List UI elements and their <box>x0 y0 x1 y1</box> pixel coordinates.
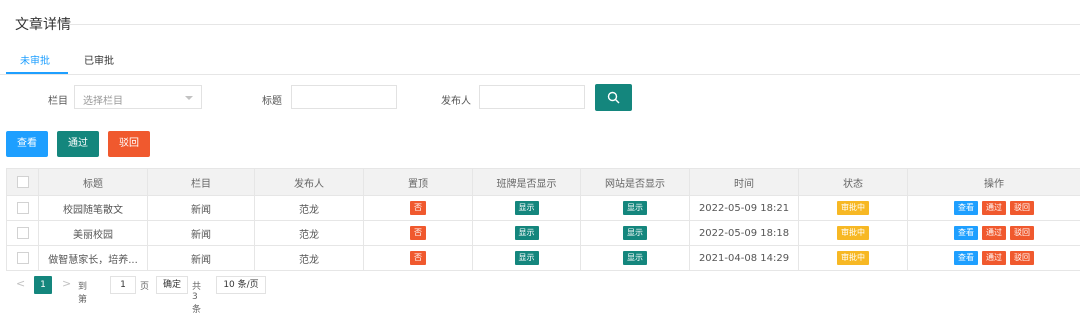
cell-board-display: 显示 <box>473 196 581 221</box>
total-count: 共 3 条 <box>192 279 201 315</box>
column-header: 发布人 <box>255 169 364 196</box>
goto-label: 到第 <box>78 279 87 305</box>
column-header: 标题 <box>39 169 148 196</box>
cell-board-display: 显示 <box>473 246 581 271</box>
cell-publisher: 范龙 <box>255 246 364 271</box>
table-row: 校园随笔散文 新闻 范龙 否 显示 显示 2022-05-09 18:21 审批… <box>7 196 1080 221</box>
goto-page-input[interactable]: 1 <box>110 276 136 294</box>
current-page[interactable]: 1 <box>34 276 52 294</box>
cell-publisher: 范龙 <box>255 221 364 246</box>
page-size-select[interactable]: 10 条/页 <box>216 276 266 294</box>
row-approve-button[interactable]: 通过 <box>982 226 1006 240</box>
cell-time: 2021-04-08 14:29 <box>690 246 799 271</box>
cell-status: 审批中 <box>799 246 908 271</box>
title-filter-label: 标题 <box>262 92 282 107</box>
cell-pinned: 否 <box>364 196 473 221</box>
row-view-button[interactable]: 查看 <box>954 201 978 215</box>
cell-column: 新闻 <box>148 221 255 246</box>
select-all-checkbox[interactable] <box>17 176 29 188</box>
publisher-input[interactable] <box>479 85 585 109</box>
search-button[interactable] <box>595 84 632 111</box>
row-view-button[interactable]: 查看 <box>954 251 978 265</box>
site-display-badge: 显示 <box>623 226 647 240</box>
approve-button[interactable]: 通过 <box>57 131 99 157</box>
select-all-cell[interactable] <box>7 169 39 196</box>
cell-site-display: 显示 <box>581 196 690 221</box>
column-select-placeholder: 选择栏目 <box>83 92 123 107</box>
column-select[interactable]: 选择栏目 <box>74 85 202 109</box>
row-reject-button[interactable]: 驳回 <box>1010 251 1034 265</box>
row-view-button[interactable]: 查看 <box>954 226 978 240</box>
publisher-filter-label: 发布人 <box>441 92 471 107</box>
cell-actions: 查看通过驳回 <box>908 221 1080 246</box>
cell-site-display: 显示 <box>581 246 690 271</box>
table-header-row: 标题 栏目 发布人 置顶 班牌是否显示 网站是否显示 时间 状态 操作 <box>7 169 1080 196</box>
status-badge: 审批中 <box>837 201 869 215</box>
column-header: 状态 <box>799 169 908 196</box>
cell-actions: 查看通过驳回 <box>908 246 1080 271</box>
table-row: 美丽校园 新闻 范龙 否 显示 显示 2022-05-09 18:18 审批中 … <box>7 221 1080 246</box>
row-checkbox[interactable] <box>17 202 29 214</box>
search-icon <box>607 91 620 104</box>
column-header: 操作 <box>908 169 1080 196</box>
cell-column: 新闻 <box>148 196 255 221</box>
next-page-button[interactable]: > <box>62 277 71 290</box>
prev-page-button[interactable]: < <box>16 277 25 290</box>
row-reject-button[interactable]: 驳回 <box>1010 201 1034 215</box>
column-header: 栏目 <box>148 169 255 196</box>
article-table: 标题 栏目 发布人 置顶 班牌是否显示 网站是否显示 时间 状态 操作 校园随笔… <box>6 168 1080 271</box>
cell-board-display: 显示 <box>473 221 581 246</box>
cell-time: 2022-05-09 18:18 <box>690 221 799 246</box>
pinned-badge: 否 <box>410 201 426 215</box>
page-unit-label: 页 <box>140 279 149 292</box>
site-display-badge: 显示 <box>623 251 647 265</box>
cell-column: 新闻 <box>148 246 255 271</box>
board-display-badge: 显示 <box>515 201 539 215</box>
cell-pinned: 否 <box>364 221 473 246</box>
row-reject-button[interactable]: 驳回 <box>1010 226 1034 240</box>
tab-pending[interactable]: 未审批 <box>20 52 50 67</box>
cell-actions: 查看通过驳回 <box>908 196 1080 221</box>
row-checkbox[interactable] <box>17 252 29 264</box>
active-tab-indicator <box>6 72 68 74</box>
pinned-badge: 否 <box>410 226 426 240</box>
status-badge: 审批中 <box>837 226 869 240</box>
status-badge: 审批中 <box>837 251 869 265</box>
row-approve-button[interactable]: 通过 <box>982 251 1006 265</box>
cell-title: 做智慧家长，培养... <box>39 246 148 271</box>
board-display-badge: 显示 <box>515 251 539 265</box>
row-select-cell[interactable] <box>7 246 39 271</box>
table-row: 做智慧家长，培养... 新闻 范龙 否 显示 显示 2021-04-08 14:… <box>7 246 1080 271</box>
row-approve-button[interactable]: 通过 <box>982 201 1006 215</box>
cell-title: 校园随笔散文 <box>39 196 148 221</box>
cell-pinned: 否 <box>364 246 473 271</box>
row-select-cell[interactable] <box>7 196 39 221</box>
cell-site-display: 显示 <box>581 221 690 246</box>
cell-status: 审批中 <box>799 196 908 221</box>
page-title: 文章详情 <box>15 14 71 34</box>
reject-button[interactable]: 驳回 <box>108 131 150 157</box>
view-button[interactable]: 查看 <box>6 131 48 157</box>
chevron-down-icon <box>185 96 193 100</box>
title-divider <box>65 24 1080 25</box>
cell-status: 审批中 <box>799 221 908 246</box>
column-header: 置顶 <box>364 169 473 196</box>
cell-title: 美丽校园 <box>39 221 148 246</box>
site-display-badge: 显示 <box>623 201 647 215</box>
page-size-value: 10 条/页 <box>223 280 258 290</box>
column-header: 时间 <box>690 169 799 196</box>
row-select-cell[interactable] <box>7 221 39 246</box>
cell-time: 2022-05-09 18:21 <box>690 196 799 221</box>
row-checkbox[interactable] <box>17 227 29 239</box>
column-header: 网站是否显示 <box>581 169 690 196</box>
tab-bar: 未审批 已审批 <box>0 44 1080 75</box>
pinned-badge: 否 <box>410 251 426 265</box>
board-display-badge: 显示 <box>515 226 539 240</box>
tab-approved[interactable]: 已审批 <box>84 52 114 67</box>
column-filter-label: 栏目 <box>48 92 68 107</box>
title-input[interactable] <box>291 85 397 109</box>
cell-publisher: 范龙 <box>255 196 364 221</box>
goto-confirm-button[interactable]: 确定 <box>156 276 188 294</box>
column-header: 班牌是否显示 <box>473 169 581 196</box>
